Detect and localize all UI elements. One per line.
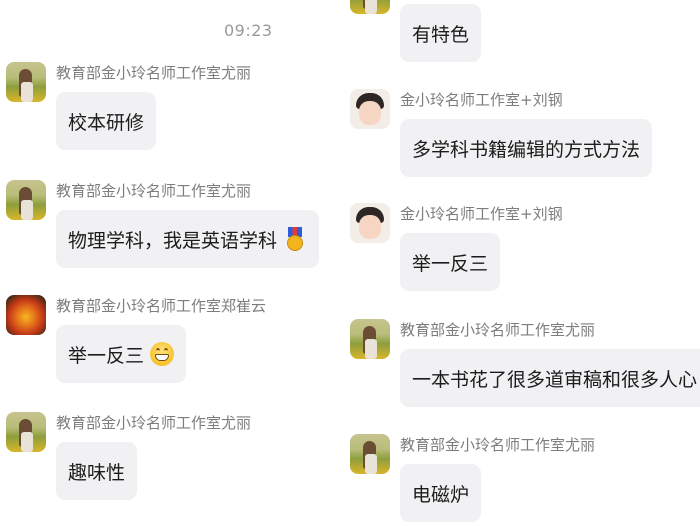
sender-name: 教育部金小玲名师工作室尤丽: [400, 436, 596, 454]
sender-name: 金小玲名师工作室+刘钢: [400, 91, 563, 109]
medal-icon: [283, 227, 307, 251]
message-bubble[interactable]: 有特色: [400, 4, 482, 62]
message-text: 物理学科，我是英语学科: [68, 229, 278, 252]
message-text: 电磁炉: [412, 483, 470, 506]
sender-name: 教育部金小玲名师工作室尤丽: [56, 64, 252, 82]
message-text: 举一反三: [412, 252, 489, 275]
message-bubble[interactable]: 举一反三: [400, 233, 501, 291]
flower-photo-avatar[interactable]: [6, 295, 46, 335]
chat-column-left: 09:23 教育部金小玲名师工作室尤丽 校本研修 教育部金小玲名师工作室尤丽 物…: [0, 0, 340, 526]
message-text: 多学科书籍编辑的方式方法: [412, 138, 641, 161]
sender-name: 教育部金小玲名师工作室尤丽: [400, 321, 596, 339]
message-text: 举一反三: [68, 344, 145, 367]
message-bubble[interactable]: 多学科书籍编辑的方式方法: [400, 119, 653, 177]
field-photo-avatar[interactable]: [6, 62, 46, 102]
message-text: 校本研修: [68, 111, 145, 134]
message-bubble[interactable]: 举一反三: [56, 325, 187, 383]
cartoon-avatar[interactable]: [350, 89, 390, 129]
cartoon-avatar[interactable]: [350, 203, 390, 243]
sender-name: 金小玲名师工作室+刘钢: [400, 205, 563, 223]
message-text: 趣味性: [68, 461, 126, 484]
field-photo-avatar[interactable]: [350, 434, 390, 474]
sender-name: 教育部金小玲名师工作室郑崔云: [56, 297, 267, 315]
field-photo-avatar[interactable]: [6, 180, 46, 220]
field-photo-avatar[interactable]: [350, 0, 390, 14]
chat-column-right: 有特色 金小玲名师工作室+刘钢 多学科书籍编辑的方式方法 金小玲名师工作室+刘钢…: [340, 0, 700, 526]
message-bubble[interactable]: 一本书花了很多道审稿和很多人心: [400, 349, 700, 407]
message-bubble[interactable]: 物理学科，我是英语学科: [56, 210, 320, 268]
message-bubble[interactable]: 趣味性: [56, 442, 138, 500]
message-bubble[interactable]: 电磁炉: [400, 464, 482, 522]
field-photo-avatar[interactable]: [6, 412, 46, 452]
grinning-face-icon: [150, 342, 175, 366]
message-bubble[interactable]: 校本研修: [56, 92, 157, 150]
timestamp: 09:23: [224, 21, 273, 40]
sender-name: 教育部金小玲名师工作室尤丽: [56, 182, 252, 200]
sender-name: 教育部金小玲名师工作室尤丽: [56, 414, 252, 432]
field-photo-avatar[interactable]: [350, 319, 390, 359]
message-text: 有特色: [412, 23, 470, 46]
message-text: 一本书花了很多道审稿和很多人心: [412, 368, 698, 391]
